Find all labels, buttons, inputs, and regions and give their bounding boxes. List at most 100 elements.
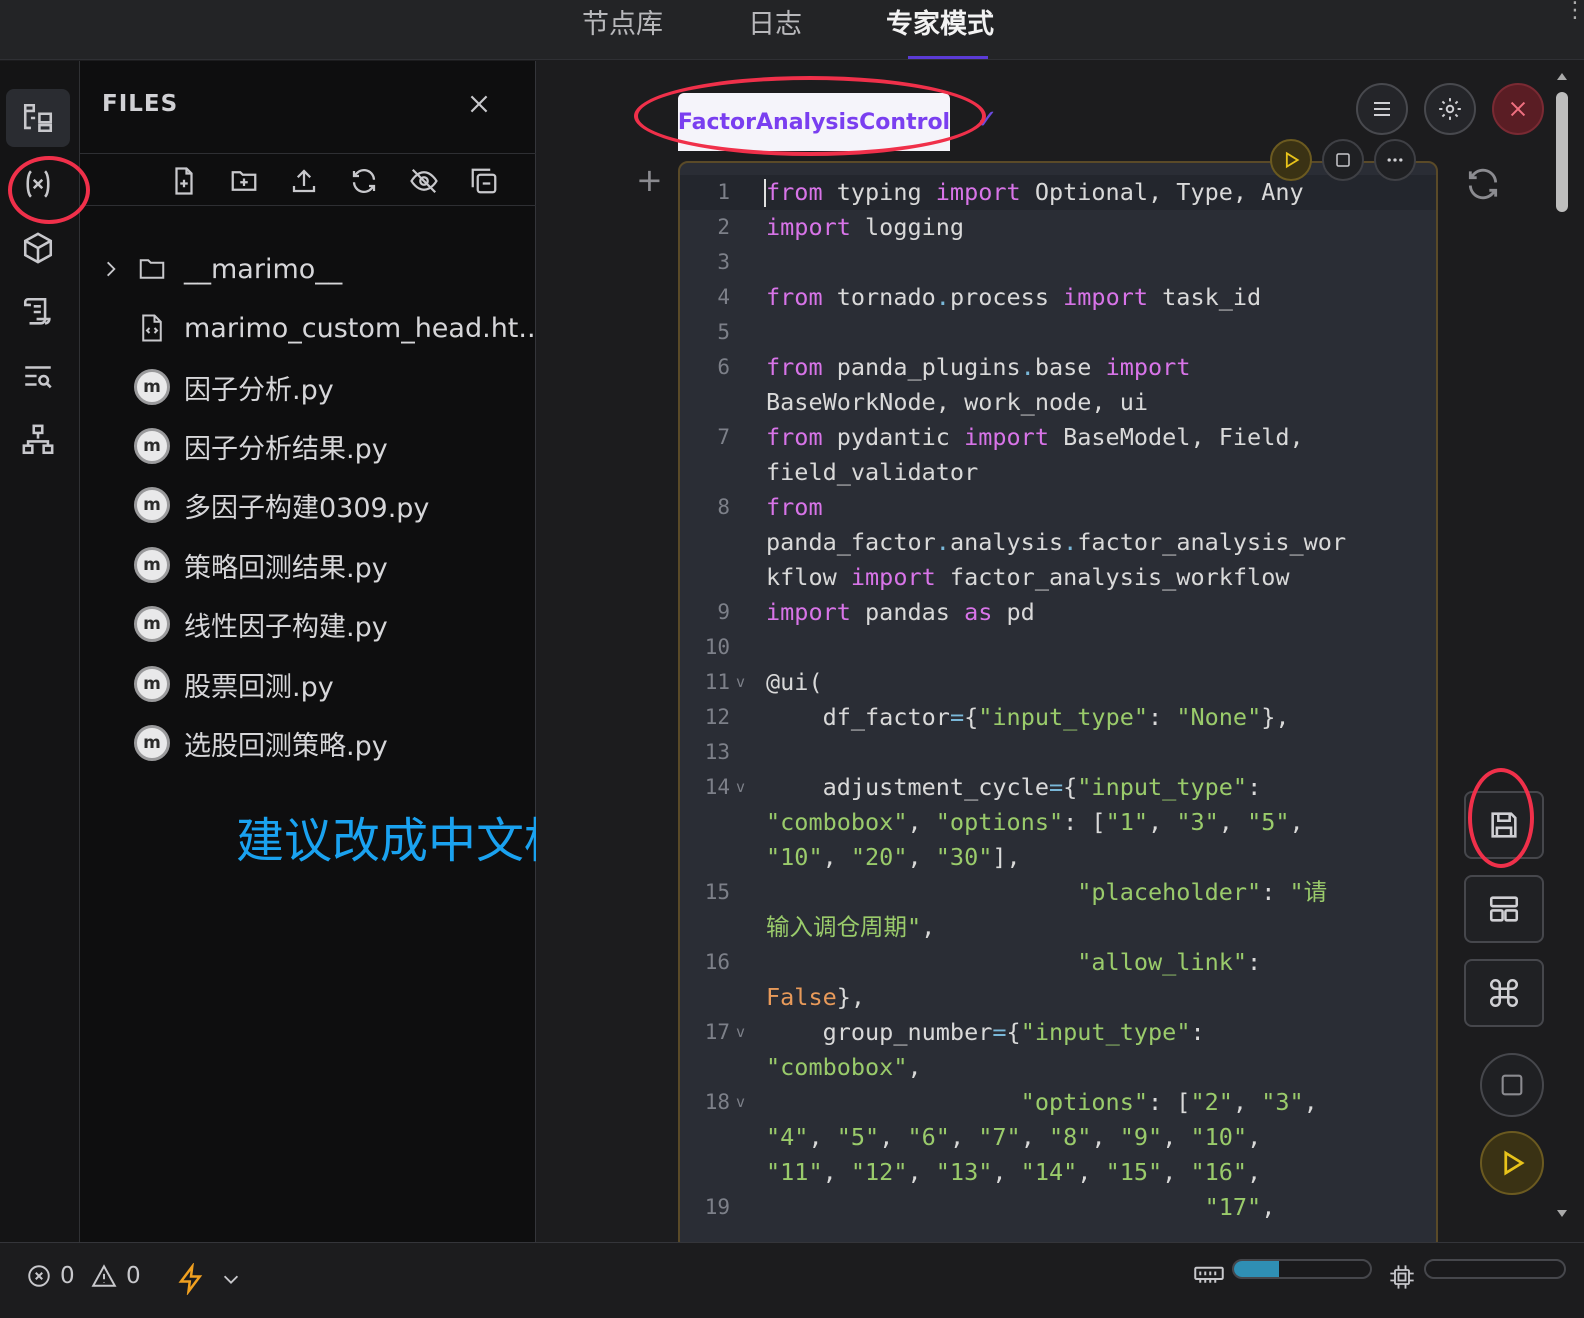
file-label: 股票回测.py <box>184 671 334 703</box>
marimo-file-icon: m <box>132 367 172 407</box>
marimo-file-icon: m <box>132 604 172 644</box>
code-line: "11", "12", "13", "14", "15", "16", <box>766 1158 1262 1186</box>
warning-icon <box>91 1264 117 1287</box>
marimo-badge: m <box>134 666 170 702</box>
scrollbar-thumb[interactable] <box>1556 92 1568 212</box>
more-vertical-icon[interactable]: ⋮ <box>1564 0 1584 22</box>
scrollbar[interactable] <box>1556 70 1568 1220</box>
tab-expert-mode[interactable]: 专家模式 <box>886 2 994 41</box>
new-file-icon[interactable] <box>166 163 202 199</box>
file-label: __marimo__ <box>184 253 343 285</box>
errors-status[interactable]: 0 <box>26 1263 75 1289</box>
package-icon[interactable] <box>6 219 70 277</box>
divider <box>80 205 536 206</box>
gear-icon[interactable] <box>1424 83 1476 135</box>
files-panel-title: FILES <box>102 91 179 117</box>
hide-icon[interactable] <box>406 163 442 199</box>
annotation-circle-save <box>1468 768 1534 868</box>
active-tab-indicator <box>908 56 988 59</box>
code-line: 输入调仓周期", <box>766 913 936 941</box>
collapse-all-icon[interactable] <box>466 163 502 199</box>
code-line: "10", "20", "30"], <box>766 843 1021 871</box>
file-row[interactable]: m 股票回测.py <box>132 656 334 712</box>
code-line: 17 v group_number={"input_type": <box>704 1018 1205 1046</box>
code-line: False}, <box>766 983 866 1011</box>
stop-icon[interactable] <box>1322 139 1364 181</box>
code-line: 13 <box>704 740 730 764</box>
folder-row[interactable]: __marimo__ <box>100 241 342 297</box>
tab-node-library[interactable]: 节点库 <box>582 2 663 41</box>
file-row[interactable]: m 因子分析结果.py <box>132 418 388 474</box>
files-panel: FILES __marimo__ marimo_custom_head.ht..… <box>80 61 620 1242</box>
close-icon[interactable] <box>1492 83 1544 135</box>
editor-area: FactorAnalysisControl ✓ + 1 from typing i… <box>536 61 1584 1251</box>
marimo-file-icon: m <box>132 664 172 704</box>
add-cell-button[interactable]: + <box>636 161 663 199</box>
lightning-icon <box>178 1263 203 1295</box>
memory-icon <box>1194 1263 1224 1285</box>
menu-icon[interactable] <box>1356 83 1408 135</box>
divider <box>80 153 536 154</box>
search-list-icon[interactable] <box>6 347 70 405</box>
code-line: 11 v @ui( <box>704 668 823 696</box>
code-editor[interactable]: 1 from typing import Optional, Type, Any … <box>680 175 1436 1225</box>
command-icon <box>1489 978 1519 1008</box>
stop-all-button[interactable] <box>1480 1053 1544 1117</box>
code-line: "4", "5", "6", "7", "8", "9", "10", <box>766 1123 1262 1151</box>
close-icon[interactable] <box>466 91 492 121</box>
text-cursor <box>764 179 766 207</box>
marimo-badge: m <box>134 606 170 642</box>
marimo-badge: m <box>134 428 170 464</box>
file-label: marimo_custom_head.ht... <box>184 312 545 344</box>
file-row[interactable]: m 线性因子构建.py <box>132 596 388 652</box>
play-icon <box>1504 1150 1525 1176</box>
run-cell-icon[interactable] <box>1270 139 1312 181</box>
code-line: 18 v "options": ["2", "3", <box>704 1088 1318 1116</box>
code-line: 9 import pandas as pd <box>717 598 1035 626</box>
chevron-right-icon[interactable] <box>100 249 122 289</box>
code-line: 12 df_factor={"input_type": "None"}, <box>704 703 1290 731</box>
hierarchy-icon[interactable] <box>6 411 70 469</box>
file-row[interactable]: m 多因子构建0309.py <box>132 477 429 533</box>
code-line: 14 v adjustment_cycle={"input_type": <box>704 773 1262 801</box>
warnings-status[interactable]: 0 <box>90 1263 141 1289</box>
code-line: 2 import logging <box>717 213 965 241</box>
new-folder-icon[interactable] <box>226 163 262 199</box>
file-explorer-icon[interactable] <box>6 89 70 147</box>
file-label: 多因子构建0309.py <box>184 492 430 524</box>
code-cell[interactable]: 1 from typing import Optional, Type, Any … <box>678 161 1438 1251</box>
code-line: "combobox", <box>766 1053 922 1081</box>
warning-count: 0 <box>126 1263 141 1289</box>
refresh-icon[interactable] <box>1464 165 1502 207</box>
file-row[interactable]: m 选股回测策略.py <box>132 715 388 771</box>
file-row[interactable]: m 策略回测结果.py <box>132 537 388 593</box>
run-all-button[interactable] <box>1480 1131 1544 1195</box>
cpu-icon <box>1388 1263 1416 1291</box>
layout-button[interactable] <box>1464 875 1544 943</box>
file-row[interactable]: m 因子分析.py <box>132 359 334 415</box>
error-count: 0 <box>60 1263 75 1289</box>
file-label: 因子分析结果.py <box>184 433 388 465</box>
tab-log[interactable]: 日志 <box>748 2 802 41</box>
marimo-badge: m <box>134 487 170 523</box>
annotation-circle-cell-tab <box>634 76 986 156</box>
more-horizontal-icon[interactable] <box>1374 139 1416 181</box>
code-line: 6 from panda_plugins.base import <box>717 353 1191 381</box>
scroll-arrows[interactable] <box>1556 70 1568 1220</box>
memory-usage-fill <box>1234 1261 1279 1277</box>
html-file-icon <box>132 308 172 348</box>
status-bar: 0 0 <box>0 1242 1584 1318</box>
file-label: 线性因子构建.py <box>184 611 388 643</box>
chevron-down-icon <box>223 1275 239 1284</box>
refresh-icon[interactable] <box>346 163 382 199</box>
stop-icon <box>1501 1074 1523 1096</box>
activity-bar <box>0 61 80 1242</box>
scroll-icon[interactable] <box>6 283 70 341</box>
command-button[interactable] <box>1464 959 1544 1027</box>
runtime-mode-dropdown[interactable] <box>176 1263 242 1295</box>
file-row[interactable]: marimo_custom_head.ht... <box>132 300 544 356</box>
marimo-file-icon: m <box>132 485 172 525</box>
file-label: 因子分析.py <box>184 374 334 406</box>
upload-icon[interactable] <box>286 163 322 199</box>
marimo-badge: m <box>134 369 170 405</box>
